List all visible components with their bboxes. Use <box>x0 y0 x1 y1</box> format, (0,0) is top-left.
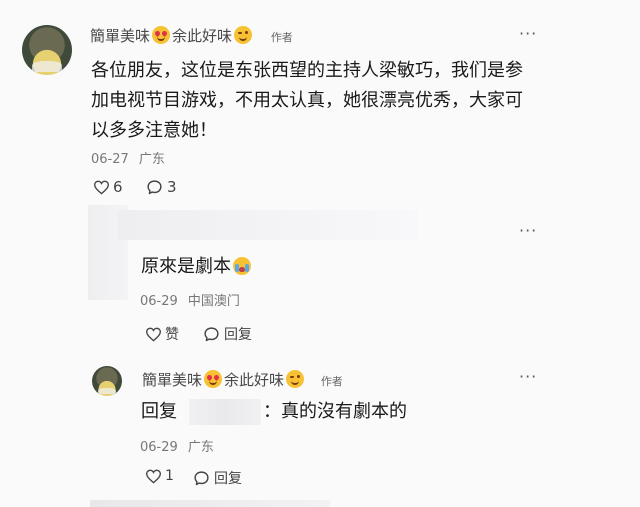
reply-date: 06-29 <box>140 440 178 455</box>
reply-button[interactable]: 回复 <box>193 468 242 488</box>
author-tag: 作者 <box>270 31 293 44</box>
reply-text-content: ：真的沒有劇本的 <box>263 401 407 422</box>
comment-meta: 06-27 广东 <box>91 148 165 167</box>
like-count: 1 <box>165 468 174 484</box>
username: 簡單美味 <box>142 371 203 389</box>
comment-date: 06-27 <box>91 152 129 167</box>
like-label: 赞 <box>165 327 179 343</box>
reply-label: 回复 <box>224 327 252 343</box>
comment-text-line: 加电视节目游戏，不用太认真，她很漂亮优秀，大家可 <box>91 90 523 111</box>
yum-emoji-icon <box>234 26 253 44</box>
reply-location: 中国澳门 <box>187 294 240 309</box>
username-suffix: 余此好味 <box>172 27 233 45</box>
avatar[interactable] <box>22 25 72 75</box>
like-button[interactable]: 赞 <box>145 324 179 344</box>
next-comment-edge <box>90 500 330 507</box>
like-button[interactable]: 6 <box>93 178 123 196</box>
comment-text: 各位朋友，这位是东张西望的主持人梁敏巧，我们是参 加电视节目游戏，不用太认真，她… <box>91 56 611 146</box>
heart-eyes-emoji-icon <box>204 370 223 388</box>
heart-icon <box>93 180 110 195</box>
comment-text-line: 以多多注意她！ <box>91 120 217 141</box>
comment-text-line: 各位朋友，这位是东张西望的主持人梁敏巧，我们是参 <box>91 60 523 81</box>
reply-location: 广东 <box>187 440 214 455</box>
reply-meta: 06-29 广东 <box>140 436 214 455</box>
comment-bubble-icon <box>146 179 163 196</box>
comment-location: 广东 <box>138 152 165 167</box>
more-options-icon[interactable]: ··· <box>519 24 537 43</box>
comment-bubble-icon <box>193 470 210 487</box>
redacted-mention <box>189 399 261 425</box>
reply-count-button[interactable]: 3 <box>146 178 177 196</box>
author-tag: 作者 <box>320 375 343 388</box>
reply-date: 06-29 <box>140 294 178 309</box>
reply-meta: 06-29 中国澳门 <box>140 290 240 309</box>
heart-icon <box>145 469 162 484</box>
like-count: 6 <box>113 178 123 196</box>
reply-button[interactable]: 回复 <box>203 324 252 344</box>
heart-icon <box>145 327 162 342</box>
reply-text: 原來是劇本 <box>141 252 251 282</box>
more-options-icon[interactable]: ··· <box>519 221 537 240</box>
like-button[interactable]: 1 <box>145 468 174 484</box>
reply-author[interactable]: 簡單美味 余此好味 作者 <box>142 369 343 390</box>
username: 簡單美味 <box>90 27 151 45</box>
more-options-icon[interactable]: ··· <box>519 367 537 386</box>
avatar[interactable] <box>92 366 122 396</box>
comment-author[interactable]: 簡單美味 余此好味 作者 <box>90 25 293 46</box>
redacted-username <box>118 210 418 240</box>
reply-label: 回复 <box>214 471 242 487</box>
heart-eyes-emoji-icon <box>152 26 171 44</box>
reply-prefix: 回复 <box>141 401 177 422</box>
reply-text-content: 原來是劇本 <box>141 256 231 277</box>
crying-emoji-icon <box>233 257 251 275</box>
username-suffix: 余此好味 <box>224 371 285 389</box>
reply-text: 回复 ：真的沒有劇本的 <box>141 397 407 427</box>
reply-count: 3 <box>167 178 177 196</box>
comment-bubble-icon <box>203 326 220 343</box>
yum-emoji-icon <box>286 370 305 388</box>
